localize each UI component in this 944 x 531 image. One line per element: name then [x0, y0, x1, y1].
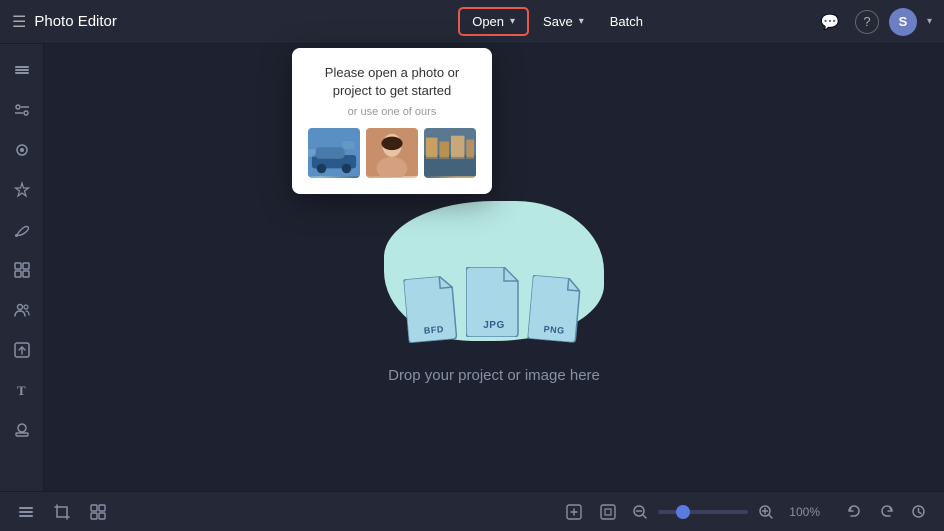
- sidebar-item-view[interactable]: [4, 132, 40, 168]
- open-button[interactable]: Open ▾: [458, 7, 529, 36]
- sidebar-item-export[interactable]: [4, 332, 40, 368]
- header-actions: Open ▾ Save ▾ Batch: [458, 7, 655, 36]
- save-label: Save: [543, 14, 573, 29]
- avatar-caret-icon[interactable]: ▾: [927, 16, 932, 27]
- menu-icon[interactable]: ☰: [12, 12, 26, 32]
- zoom-slider[interactable]: [658, 510, 748, 514]
- file-icon-jpg: JPG: [466, 267, 522, 337]
- avatar[interactable]: S: [889, 8, 917, 36]
- drop-zone: BFD JPG PNG: [374, 191, 614, 384]
- svg-text:T: T: [17, 383, 26, 398]
- comment-button[interactable]: 💬: [815, 7, 845, 37]
- sample-car-image[interactable]: [308, 128, 360, 178]
- fit-view-button[interactable]: [560, 498, 588, 526]
- history-button[interactable]: [904, 498, 932, 526]
- actual-size-button[interactable]: [594, 498, 622, 526]
- bfd-label: BFD: [423, 324, 444, 336]
- sample-person-image[interactable]: [366, 128, 418, 178]
- app-title: Photo Editor: [34, 13, 117, 30]
- sidebar-item-adjustments[interactable]: [4, 92, 40, 128]
- canvas-area[interactable]: BFD JPG PNG: [44, 44, 944, 491]
- help-button[interactable]: ?: [855, 10, 879, 34]
- open-dropdown: Please open a photo or project to get st…: [292, 48, 492, 194]
- layer-panel-button[interactable]: [12, 498, 40, 526]
- batch-label: Batch: [610, 14, 643, 29]
- sidebar: T: [0, 44, 44, 491]
- dropdown-title: Please open a photo or project to get st…: [308, 64, 476, 100]
- sidebar-item-text[interactable]: T: [4, 372, 40, 408]
- save-chevron-icon: ▾: [579, 16, 584, 27]
- header: ☰ Photo Editor Open ▾ Save ▾ Batch 💬 ? S…: [0, 0, 944, 44]
- bottom-bar: 100%: [0, 491, 944, 531]
- zoom-value: 100%: [784, 505, 820, 519]
- jpg-label: JPG: [483, 320, 505, 331]
- crop-button[interactable]: [48, 498, 76, 526]
- redo-button[interactable]: [872, 498, 900, 526]
- blob-container: BFD JPG PNG: [374, 191, 614, 351]
- zoom-out-button[interactable]: [628, 500, 652, 524]
- batch-button[interactable]: Batch: [598, 9, 655, 34]
- drop-text: Drop your project or image here: [388, 367, 600, 384]
- open-label: Open: [472, 14, 504, 29]
- sidebar-item-layers[interactable]: [4, 52, 40, 88]
- zoom-in-button[interactable]: [754, 500, 778, 524]
- undo-button[interactable]: [840, 498, 868, 526]
- sidebar-item-stamp[interactable]: [4, 412, 40, 448]
- sidebar-item-paint[interactable]: [4, 212, 40, 248]
- sidebar-item-panels[interactable]: [4, 252, 40, 288]
- dropdown-subtitle: or use one of ours: [308, 106, 476, 118]
- header-right: 💬 ? S ▾: [815, 7, 932, 37]
- png-label: PNG: [543, 324, 565, 336]
- zoom-controls: 100%: [560, 498, 820, 526]
- file-icons: BFD JPG PNG: [406, 267, 582, 341]
- sidebar-item-effects[interactable]: [4, 172, 40, 208]
- file-icon-bfd: BFD: [403, 275, 460, 343]
- undo-redo-controls: [840, 498, 932, 526]
- sidebar-item-people[interactable]: [4, 292, 40, 328]
- file-icon-png: PNG: [527, 275, 584, 343]
- sample-canal-image[interactable]: [424, 128, 476, 178]
- grid-button[interactable]: [84, 498, 112, 526]
- open-chevron-icon: ▾: [510, 16, 515, 27]
- save-button[interactable]: Save ▾: [531, 9, 596, 34]
- sample-images: [308, 128, 476, 178]
